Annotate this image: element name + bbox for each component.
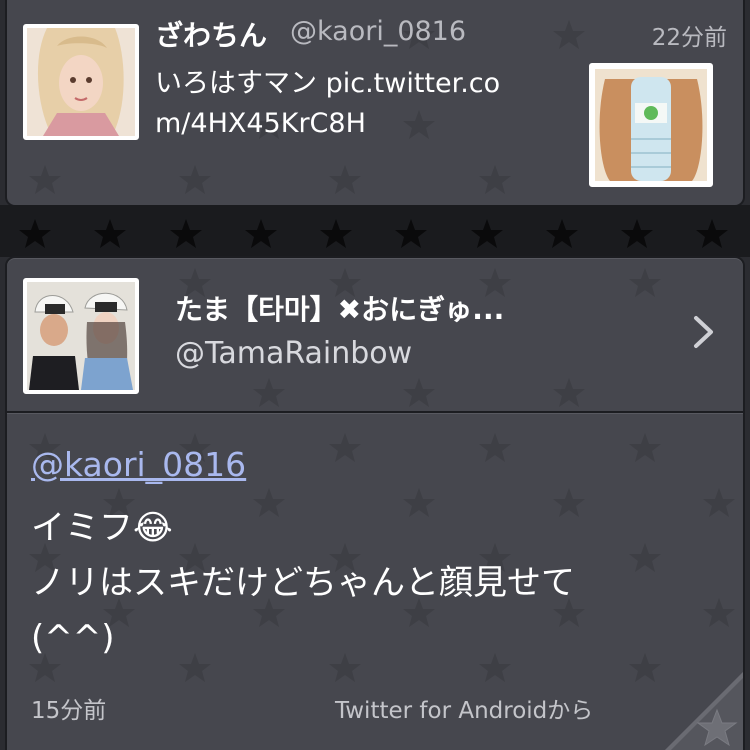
- tweet-text-line: ノリはスキだけどちゃんと顔見せて: [31, 563, 575, 603]
- previous-tweet-text: いろはすマン pic.twitter.com/4HX45KrC8H: [155, 68, 501, 139]
- tweet-detail-body: @kaori_0816 イミフ😂 ノリはスキだけどちゃんと顔見せて (^^) 1…: [5, 411, 745, 750]
- tweet-text-line: (^^): [31, 618, 115, 658]
- author-name: たま【타마】✖おにぎゅ...: [175, 293, 505, 326]
- star-pattern-dark: [19, 219, 728, 248]
- tweet-text-line: イミフ😂: [31, 508, 173, 548]
- separator-star-strip: [0, 205, 750, 257]
- mention-link[interactable]: @kaori_0816: [31, 445, 246, 484]
- chevron-right-icon[interactable]: [691, 314, 717, 350]
- star-icon[interactable]: [657, 670, 745, 750]
- tweet-source: Twitter for Androidから: [335, 698, 594, 724]
- tweet-detail-screen: ざわちん @kaori_0816 22分前 いろはすマン pic.twitter…: [0, 0, 750, 750]
- author-avatar[interactable]: [23, 278, 139, 394]
- previous-tweet-image-thumbnail[interactable]: [589, 63, 713, 187]
- previous-tweet-avatar[interactable]: [23, 24, 139, 140]
- previous-tweet-cell[interactable]: ざわちん @kaori_0816 22分前 いろはすマン pic.twitter…: [5, 0, 745, 207]
- tweet-text: イミフ😂 ノリはスキだけどちゃんと顔見せて (^^): [31, 501, 711, 666]
- previous-tweet-name: ざわちん: [155, 19, 268, 52]
- tweet-timestamp: 15分前: [31, 698, 107, 724]
- previous-tweet-handle: @kaori_0816: [290, 16, 467, 47]
- author-handle: @TamaRainbow: [175, 336, 413, 371]
- previous-tweet-time: 22分前: [651, 25, 727, 51]
- tweet-author-header[interactable]: たま【타마】✖おにぎゅ... @TamaRainbow: [5, 256, 745, 415]
